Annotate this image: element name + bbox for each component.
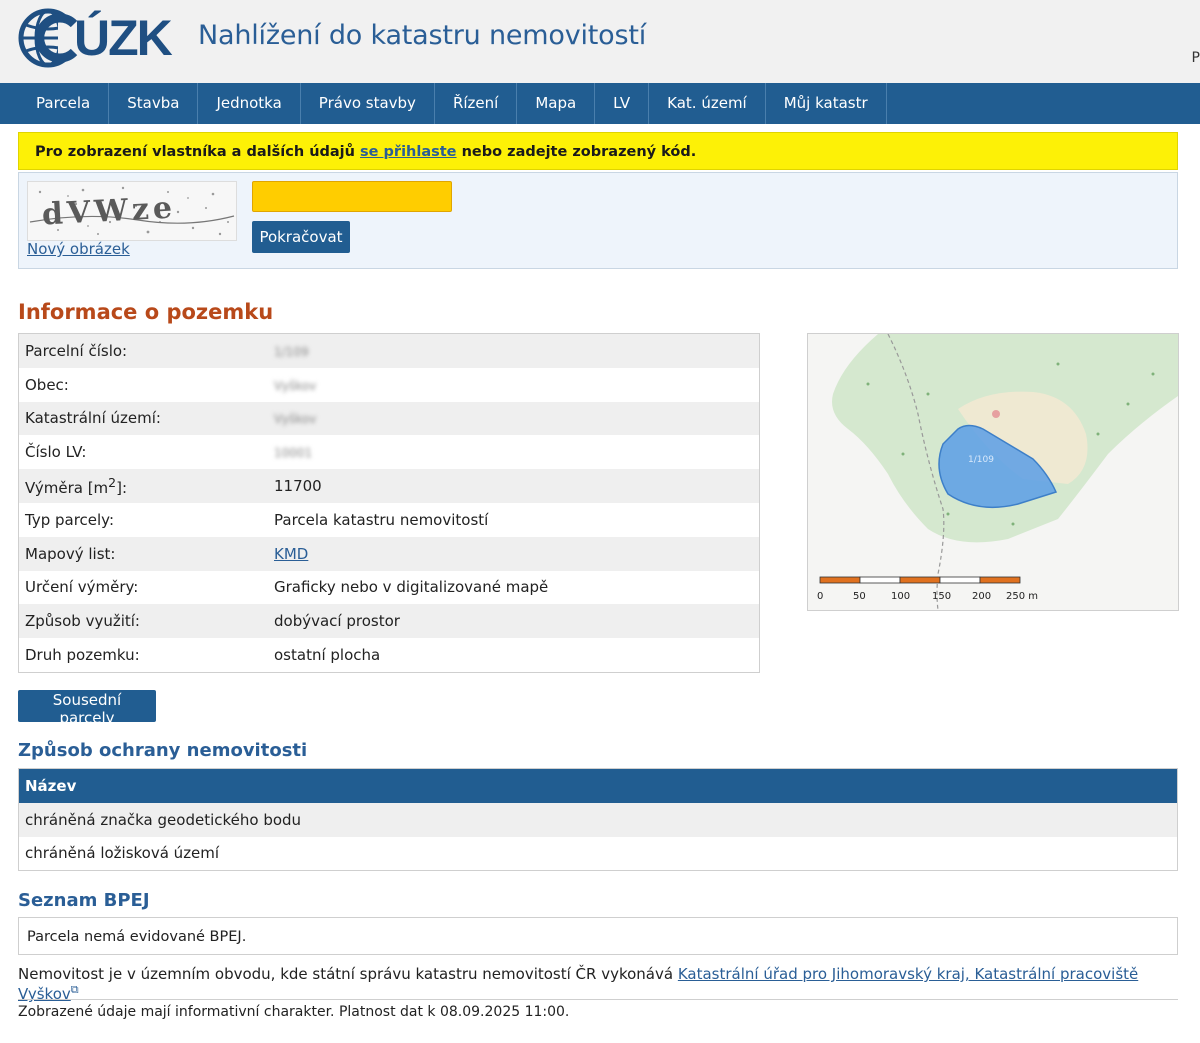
protection-item: chráněná značka geodetického bodu — [18, 803, 1178, 837]
nav-item-kat-uzemi[interactable]: Kat. území — [649, 83, 766, 124]
scale-label: 0 — [817, 591, 823, 602]
globe-logo-icon — [18, 8, 80, 68]
nav-item-jednotka[interactable]: Jednotka — [198, 83, 301, 124]
logo-text: ÚZK — [74, 10, 173, 66]
point-marker — [992, 410, 1000, 418]
area-label-sup: 2 — [108, 475, 117, 491]
bpej-heading: Seznam BPEJ — [18, 890, 150, 911]
continue-button[interactable]: Pokračovat — [252, 221, 350, 253]
nav-item-stavba[interactable]: Stavba — [109, 83, 199, 124]
scale-label: 200 — [972, 591, 991, 602]
row-label: Způsob využití: — [18, 604, 268, 639]
redacted-value: Vyškov — [274, 412, 317, 427]
neighbor-parcels-button[interactable]: Sousední parcely — [18, 690, 156, 727]
table-row: Parcelní číslo: 1/109 — [18, 333, 760, 368]
table-row: Číslo LV: 10001 — [18, 435, 760, 470]
notice-text-after: nebo zadejte zobrazený kód. — [456, 144, 697, 160]
table-row: Katastrální území: Vyškov — [18, 401, 760, 436]
column-header-name: Název — [18, 768, 1178, 803]
site-header: ÚZK Nahlížení do katastru nemovitostí P — [0, 0, 1200, 83]
row-value: ostatní plocha — [268, 638, 760, 673]
row-label: Katastrální území: — [18, 401, 268, 436]
table-row: Obec: Vyškov — [18, 367, 760, 402]
scale-label: 150 — [932, 591, 951, 602]
redacted-value: 10001 — [274, 446, 313, 461]
row-value: 10001 — [268, 435, 760, 470]
row-label: Mapový list: — [18, 536, 268, 571]
captcha-image: dVWze — [27, 181, 237, 241]
protection-heading: Způsob ochrany nemovitosti — [18, 740, 308, 761]
bpej-box: Parcela nemá evidované BPEJ. — [18, 917, 1178, 955]
main-navigation: Parcela Stavba Jednotka Právo stavby Říz… — [0, 83, 1200, 124]
protection-table: Název chráněná značka geodetického bodu … — [18, 768, 1178, 871]
row-value: 11700 — [268, 469, 760, 503]
row-label: Obec: — [18, 367, 268, 402]
office-text: Nemovitost je v územním obvodu, kde stát… — [18, 965, 678, 983]
app-title: Nahlížení do katastru nemovitostí — [198, 20, 647, 51]
table-row: Druh pozemku: ostatní plocha — [18, 638, 760, 673]
nav-item-lv[interactable]: LV — [595, 83, 650, 124]
row-value: Vyškov — [268, 401, 760, 436]
area-label-end: ]: — [116, 479, 128, 498]
nav-item-parcela[interactable]: Parcela — [18, 83, 110, 124]
table-row: Mapový list: KMD — [18, 536, 760, 571]
row-label: Parcelní číslo: — [18, 333, 268, 368]
map-canvas: 1/109 0 50 100 150 200 250 m — [808, 334, 1178, 610]
map-sheet-link[interactable]: KMD — [274, 545, 308, 563]
redacted-value: 1/109 — [274, 344, 309, 359]
parcel-map-label: 1/109 — [968, 455, 994, 465]
table-row: Určení výměry: Graficky nebo v digitaliz… — [18, 570, 760, 605]
row-label: Určení výměry: — [18, 570, 268, 605]
land-info-heading: Informace o pozemku — [18, 300, 274, 324]
captcha-code-input[interactable] — [252, 181, 452, 212]
protection-item: chráněná ložisková území — [18, 836, 1178, 871]
row-value: 1/109 — [268, 333, 760, 368]
row-label: Výměra [m2]: — [18, 469, 268, 503]
table-row: chráněná značka geodetického bodu — [18, 803, 1178, 837]
table-row: chráněná ložisková území — [18, 836, 1178, 871]
row-value: KMD — [268, 536, 760, 571]
land-info-table: Parcelní číslo: 1/109 Obec: Vyškov Katas… — [18, 333, 760, 673]
redacted-value: Vyškov — [274, 378, 317, 393]
table-row: Způsob využití: dobývací prostor — [18, 604, 760, 639]
table-header-row: Název — [18, 768, 1178, 803]
cuzk-logo[interactable]: ÚZK — [18, 8, 173, 68]
captcha-code: dVWze — [41, 191, 177, 233]
row-label: Typ parcely: — [18, 502, 268, 537]
row-label: Druh pozemku: — [18, 638, 268, 673]
cut-off-header-text: P — [1191, 50, 1200, 66]
nav-item-pravo-stavby[interactable]: Právo stavby — [301, 83, 435, 124]
scale-label: 250 m — [1006, 591, 1038, 602]
login-link[interactable]: se přihlaste — [360, 144, 457, 160]
row-label: Číslo LV: — [18, 435, 268, 470]
new-image-link[interactable]: Nový obrázek — [27, 240, 130, 258]
cadastral-office-line: Nemovitost je v územním obvodu, kde stát… — [18, 965, 1200, 1003]
login-notice: Pro zobrazení vlastníka a dalších údajů … — [18, 132, 1178, 170]
footer-divider — [18, 999, 1178, 1000]
scale-label: 50 — [853, 591, 866, 602]
captcha-panel: dVWze Nový obrázek Pokračovat — [18, 172, 1178, 269]
table-row: Typ parcely: Parcela katastru nemovitost… — [18, 502, 760, 537]
notice-text-before: Pro zobrazení vlastníka a dalších údajů — [35, 144, 361, 160]
table-row: Výměra [m2]: 11700 — [18, 469, 760, 503]
scale-label: 100 — [891, 591, 910, 602]
nav-item-mapa[interactable]: Mapa — [517, 83, 596, 124]
row-value: Vyškov — [268, 367, 760, 402]
row-value: dobývací prostor — [268, 604, 760, 639]
captcha-noise: dVWze — [29, 186, 235, 236]
parcel-map[interactable]: 1/109 0 50 100 150 200 250 m — [807, 333, 1179, 611]
area-label: Výměra [m — [25, 479, 109, 498]
nav-item-rizeni[interactable]: Řízení — [435, 83, 518, 124]
data-validity-note: Zobrazené údaje mají informativní charak… — [18, 1004, 570, 1020]
external-link-icon: ⧉ — [70, 983, 79, 996]
row-value: Parcela katastru nemovitostí — [268, 502, 760, 537]
row-value: Graficky nebo v digitalizované mapě — [268, 570, 760, 605]
nav-item-muj-katastr[interactable]: Můj katastr — [766, 83, 887, 124]
